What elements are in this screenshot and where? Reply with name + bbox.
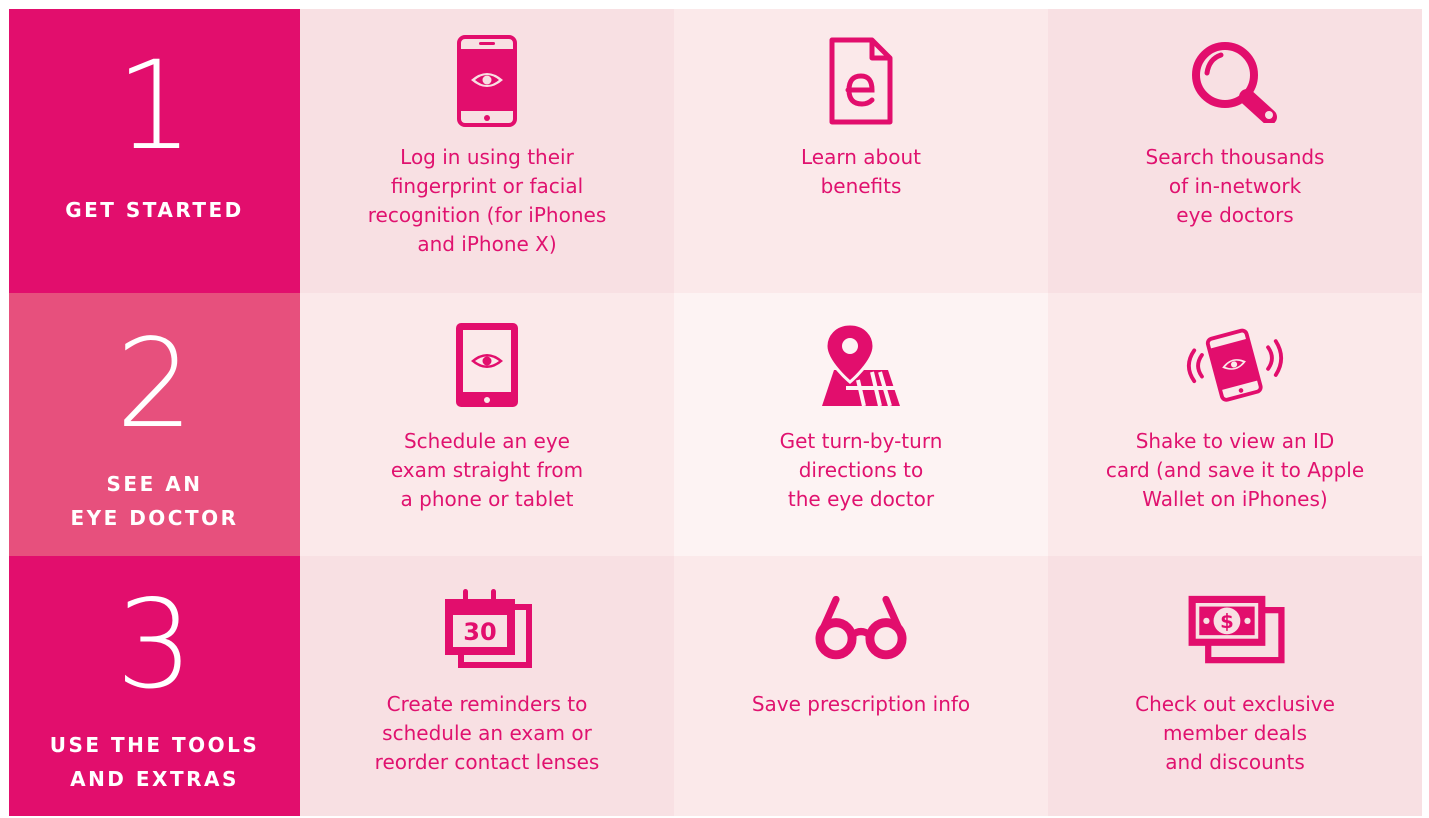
feature-cell: 30 Create reminders to schedule an exam … (300, 556, 674, 816)
step-number: 3 (115, 574, 194, 716)
step-3-panel: 3 USE THE TOOLS AND EXTRAS (9, 556, 300, 816)
feature-text: Create reminders to schedule an exam or … (374, 692, 600, 774)
glasses-icon (811, 578, 911, 678)
feature-text: Schedule an eye exam straight from a pho… (390, 429, 584, 511)
step-title: SEE AN EYE DOCTOR (70, 472, 239, 530)
feature-cell: Shake to view an ID card (and save it to… (1048, 293, 1422, 556)
feature-cell: Get turn-by-turn directions to the eye d… (674, 293, 1048, 556)
step-number: 1 (115, 35, 194, 177)
shaking-phone-icon (1185, 315, 1285, 415)
magnifier-icon (1185, 31, 1285, 131)
calendar-day: 30 (463, 618, 496, 646)
calendar-icon: 30 (437, 578, 537, 678)
steps-grid: 1 GET STARTED Log in using their fingerp… (9, 9, 1422, 816)
feature-text: Check out exclusive member deals and dis… (1135, 692, 1335, 774)
feature-cell: Schedule an eye exam straight from a pho… (300, 293, 674, 556)
step-title: GET STARTED (65, 198, 244, 222)
phone-eye-icon (437, 31, 537, 131)
feature-cell: Learn about benefits (674, 9, 1048, 293)
feature-text: Get turn-by-turn directions to the eye d… (779, 429, 943, 511)
feature-text: Log in using their fingerprint or facial… (367, 145, 607, 256)
feature-text: Search thousands of in-network eye docto… (1145, 145, 1325, 227)
money-symbol: $ (1220, 610, 1234, 633)
feature-text: Shake to view an ID card (and save it to… (1105, 429, 1365, 511)
feature-text: Learn about benefits (801, 145, 921, 198)
step-2-panel: 2 SEE AN EYE DOCTOR (9, 293, 300, 556)
step-1-panel: 1 GET STARTED (9, 9, 300, 293)
feature-cell: Search thousands of in-network eye docto… (1048, 9, 1422, 293)
tablet-eye-icon (437, 315, 537, 415)
step-number: 2 (115, 313, 194, 455)
document-e-icon (811, 31, 911, 131)
feature-cell: Log in using their fingerprint or facial… (300, 9, 674, 293)
feature-cell: $ Check out exclusive member deals and d… (1048, 556, 1422, 816)
feature-text: Save prescription info (751, 692, 971, 716)
feature-cell: Save prescription info (674, 556, 1048, 816)
map-pin-icon (811, 315, 911, 415)
step-title: USE THE TOOLS AND EXTRAS (49, 733, 260, 791)
money-icon: $ (1185, 578, 1285, 678)
